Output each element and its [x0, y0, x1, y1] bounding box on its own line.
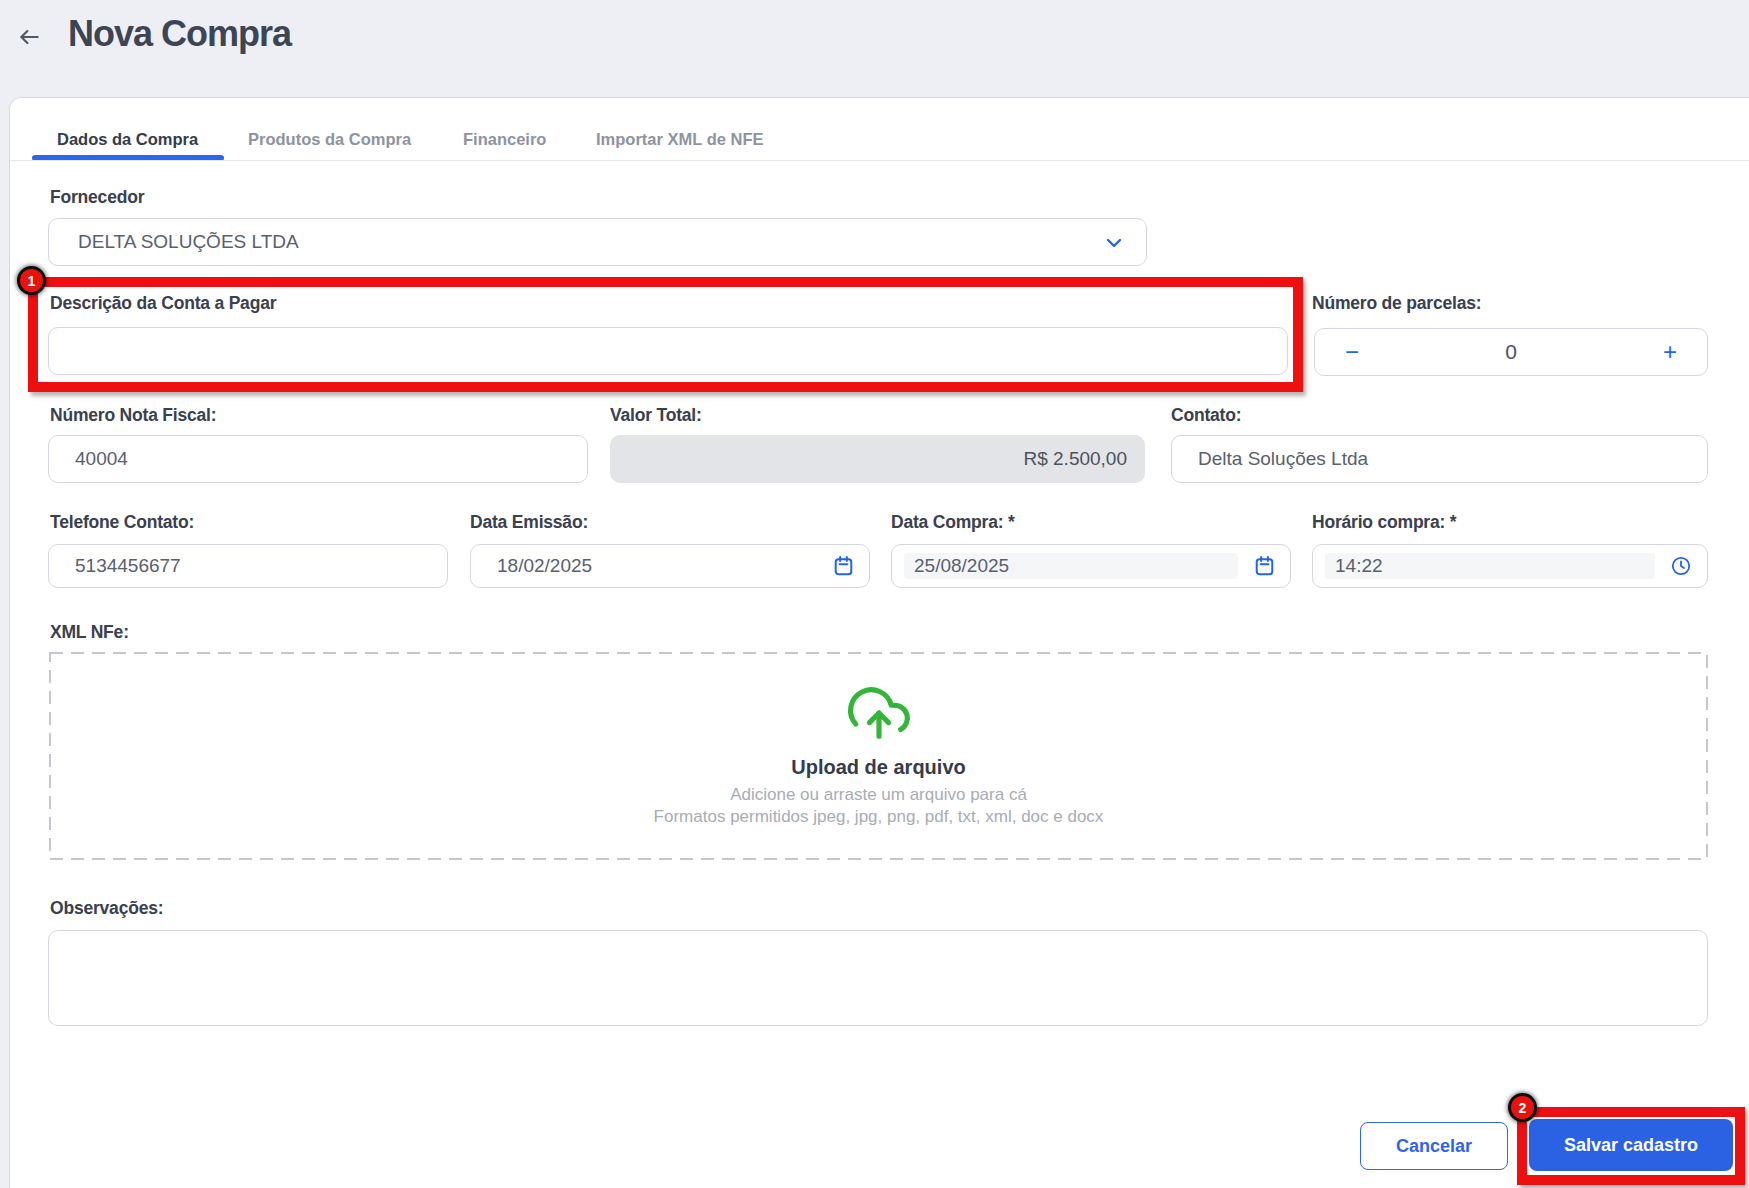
- annotation-badge-1: 1: [17, 266, 46, 295]
- observacoes-label: Observações:: [50, 898, 163, 918]
- data-compra-input[interactable]: 25/08/2025: [891, 544, 1291, 588]
- upload-dropzone[interactable]: Upload de arquivo Adicione ou arraste um…: [49, 652, 1708, 860]
- telefone-label: Telefone Contato:: [50, 512, 194, 532]
- nota-fiscal-input[interactable]: 40004: [48, 435, 588, 483]
- calendar-icon[interactable]: [1238, 545, 1290, 587]
- telefone-input[interactable]: 5134456677: [48, 544, 448, 588]
- nota-fiscal-label: Número Nota Fiscal:: [50, 405, 216, 425]
- xml-nfe-label: XML NFe:: [50, 622, 129, 642]
- fornecedor-select[interactable]: DELTA SOLUÇÕES LTDA: [48, 218, 1147, 266]
- upload-title: Upload de arquivo: [49, 756, 1708, 779]
- tab-financeiro[interactable]: Financeiro: [463, 130, 546, 149]
- nova-compra-page: Nova Compra Dados da Compra Produtos da …: [0, 0, 1749, 1188]
- clock-icon[interactable]: [1655, 545, 1707, 587]
- fornecedor-label: Fornecedor: [50, 187, 144, 207]
- calendar-icon[interactable]: [817, 545, 869, 587]
- decrement-button[interactable]: −: [1345, 338, 1359, 366]
- upload-cloud-icon: [49, 682, 1708, 748]
- chevron-down-icon: [1106, 231, 1122, 253]
- data-emissao-input[interactable]: 18/02/2025: [470, 544, 870, 588]
- tabs-divider: [10, 160, 1749, 161]
- cancel-button[interactable]: Cancelar: [1360, 1122, 1508, 1170]
- annotation-badge-2: 2: [1508, 1093, 1537, 1122]
- back-button[interactable]: [16, 24, 44, 52]
- page-title: Nova Compra: [68, 13, 291, 55]
- parcelas-label: Número de parcelas:: [1312, 293, 1481, 313]
- contato-input[interactable]: Delta Soluções Ltda: [1171, 435, 1708, 483]
- parcelas-stepper: − 0 +: [1314, 328, 1708, 376]
- data-emissao-label: Data Emissão:: [470, 512, 588, 532]
- tab-produtos-da-compra[interactable]: Produtos da Compra: [248, 130, 411, 149]
- upload-hint: Adicione ou arraste um arquivo para cá: [49, 785, 1708, 805]
- horario-compra-input[interactable]: 14:22: [1312, 544, 1708, 588]
- contato-label: Contato:: [1171, 405, 1241, 425]
- tab-dados-da-compra[interactable]: Dados da Compra: [57, 130, 198, 149]
- horario-compra-label: Horário compra: *: [1312, 512, 1456, 532]
- tab-importar-xml[interactable]: Importar XML de NFE: [596, 130, 763, 149]
- save-button[interactable]: Salvar cadastro: [1529, 1119, 1733, 1171]
- observacoes-textarea[interactable]: [48, 930, 1708, 1026]
- increment-button[interactable]: +: [1663, 338, 1677, 366]
- valor-total-label: Valor Total:: [610, 405, 702, 425]
- data-compra-label: Data Compra: *: [891, 512, 1015, 532]
- parcelas-value[interactable]: 0: [1505, 340, 1517, 364]
- descricao-input[interactable]: [48, 327, 1288, 375]
- arrow-left-icon: [16, 24, 42, 50]
- valor-total-input: R$ 2.500,00: [610, 435, 1145, 483]
- descricao-label: Descrição da Conta a Pagar: [50, 293, 276, 313]
- upload-formats: Formatos permitidos jpeg, jpg, png, pdf,…: [49, 807, 1708, 827]
